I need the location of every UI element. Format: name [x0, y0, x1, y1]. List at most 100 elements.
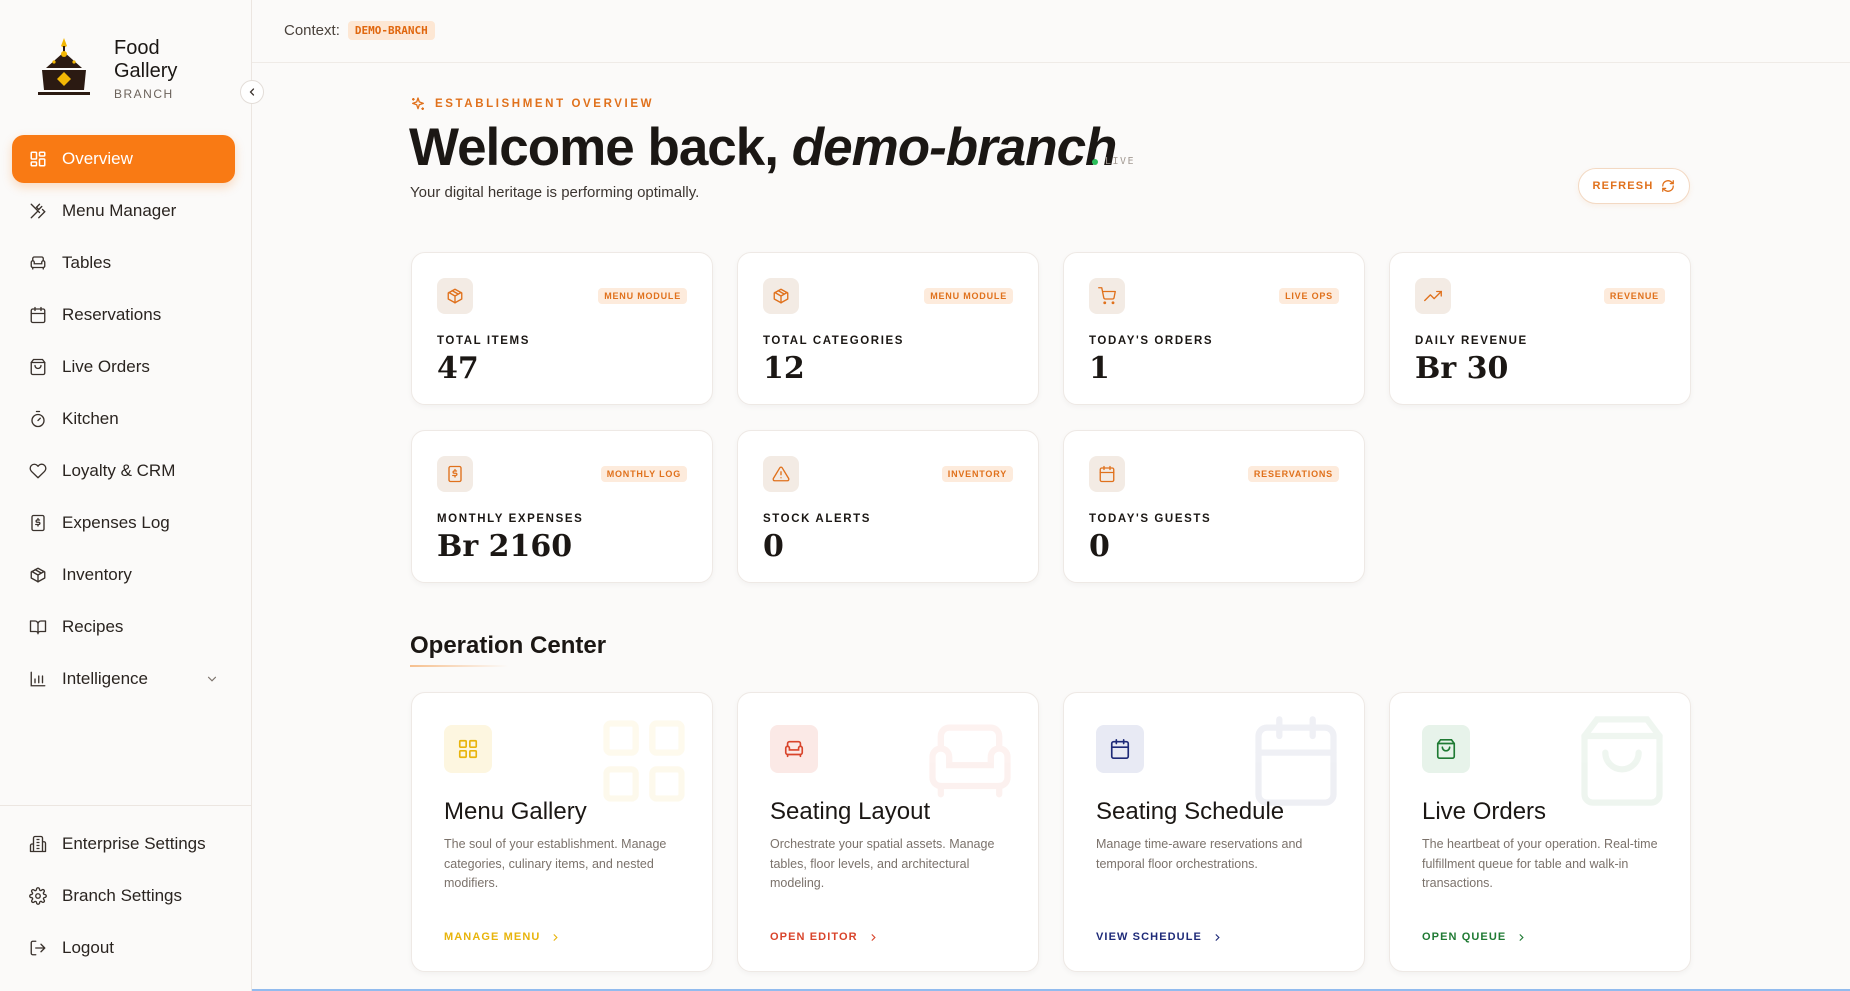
op-card-description: The heartbeat of your operation. Real-ti… [1422, 837, 1658, 890]
sidebar-item-expenses-log[interactable]: Expenses Log [12, 499, 235, 547]
op-card-description: Orchestrate your spatial assets. Manage … [770, 837, 995, 890]
sidebar-item-label: Expenses Log [62, 513, 170, 532]
receipt-icon [437, 456, 473, 492]
sidebar-item-intelligence[interactable]: Intelligence [12, 655, 235, 703]
refresh-label: REFRESH [1592, 180, 1654, 192]
open-queue-link[interactable]: OPEN QUEUE [1422, 931, 1527, 943]
stat-value: 12 [763, 351, 805, 386]
sidebar-item-loyalty-crm[interactable]: Loyalty & CRM [12, 447, 235, 495]
sidebar: Food Gallery BRANCH Overview Menu Manage… [0, 0, 252, 991]
bar-chart-icon [28, 669, 48, 689]
sidebar-item-enterprise-settings[interactable]: Enterprise Settings [12, 820, 235, 868]
stat-tag: MONTHLY LOG [600, 466, 687, 482]
sidebar-item-branch-settings[interactable]: Branch Settings [12, 872, 235, 920]
stat-value: 0 [763, 529, 784, 564]
sidebar-item-reservations[interactable]: Reservations [12, 291, 235, 339]
stat-card-todays-orders[interactable]: LIVE OPS TODAY'S ORDERS 1 [1063, 252, 1365, 405]
op-link-label: MANAGE MENU [444, 931, 541, 943]
stat-card-stock-alerts[interactable]: INVENTORY STOCK ALERTS 0 [737, 430, 1039, 583]
op-card-description: Manage time-aware reservations and tempo… [1096, 837, 1303, 871]
sidebar-item-menu-manager[interactable]: Menu Manager [12, 187, 235, 235]
stat-label: MONTHLY EXPENSES [437, 513, 584, 525]
calendar-watermark-icon [1255, 716, 1337, 806]
stat-tag: LIVE OPS [1279, 288, 1339, 304]
chevron-down-icon[interactable] [205, 671, 219, 691]
sidebar-item-label: Overview [62, 149, 133, 168]
sidebar-item-live-orders[interactable]: Live Orders [12, 343, 235, 391]
stat-card-daily-revenue[interactable]: REVENUE DAILY REVENUE Br 30 [1389, 252, 1691, 405]
stat-card-total-categories[interactable]: MENU MODULE TOTAL CATEGORIES 12 [737, 252, 1039, 405]
context-label: Context: [284, 22, 340, 39]
sidebar-divider [0, 805, 252, 806]
open-editor-link[interactable]: OPEN EDITOR [770, 931, 879, 943]
eyebrow-label: ESTABLISHMENT OVERVIEW [435, 98, 655, 110]
stat-card-todays-guests[interactable]: RESERVATIONS TODAY'S GUESTS 0 [1063, 430, 1365, 583]
op-link-label: OPEN QUEUE [1422, 931, 1507, 943]
brand-subtitle: BRANCH [114, 87, 174, 101]
section-title-operation-center: Operation Center [410, 632, 607, 659]
manage-menu-link[interactable]: MANAGE MENU [444, 931, 561, 943]
page-subtitle: Your digital heritage is performing opti… [410, 184, 700, 201]
gear-icon [28, 886, 48, 906]
sidebar-item-tables[interactable]: Tables [12, 239, 235, 287]
page-title: Welcome back, demo-branch [409, 118, 1118, 178]
op-card-seating-schedule[interactable]: Seating Schedule Manage time-aware reser… [1063, 692, 1365, 972]
op-card-seating-layout[interactable]: Seating Layout Orchestrate your spatial … [737, 692, 1039, 972]
sidebar-item-label: Reservations [62, 305, 162, 324]
chevron-right-icon [1519, 933, 1525, 941]
sidebar-item-kitchen[interactable]: Kitchen [12, 395, 235, 443]
sidebar-item-recipes[interactable]: Recipes [12, 603, 235, 651]
stat-value: 47 [437, 351, 479, 386]
refresh-button[interactable]: REFRESH [1578, 168, 1690, 204]
stat-value: Br 30 [1415, 351, 1509, 386]
live-label: LIVE [1105, 156, 1136, 167]
sidebar-item-label: Tables [62, 253, 112, 272]
view-schedule-link[interactable]: VIEW SCHEDULE [1096, 931, 1223, 943]
brand[interactable]: Food Gallery BRANCH [34, 34, 177, 101]
armchair-icon [770, 725, 818, 773]
package-icon [763, 278, 799, 314]
stat-label: TODAY'S ORDERS [1089, 335, 1214, 347]
op-card-title: Seating Schedule [1096, 798, 1285, 825]
sidebar-item-label: Logout [62, 938, 114, 957]
context-indicator: Context: DEMO-BRANCH [284, 21, 435, 40]
brand-name-line2: Gallery [114, 60, 178, 82]
cart-icon [1089, 278, 1125, 314]
timer-icon [28, 409, 48, 429]
sidebar-item-label: Branch Settings [62, 886, 183, 905]
stat-label: DAILY REVENUE [1415, 335, 1528, 347]
building-icon [28, 834, 48, 854]
calendar-icon [1089, 456, 1125, 492]
alert-triangle-icon [763, 456, 799, 492]
section-underline [410, 665, 508, 667]
grid-icon [28, 149, 48, 169]
sidebar-item-inventory[interactable]: Inventory [12, 551, 235, 599]
sidebar-item-label: Intelligence [62, 669, 149, 688]
sidebar-item-label: Loyalty & CRM [62, 461, 176, 480]
op-card-live-orders[interactable]: Live Orders The heartbeat of your operat… [1389, 692, 1691, 972]
sidebar-item-label: Enterprise Settings [62, 834, 206, 853]
op-card-description: The soul of your establishment. Manage c… [444, 837, 667, 890]
collapse-sidebar-button[interactable] [240, 80, 264, 104]
stat-value: 1 [1089, 351, 1110, 386]
stat-tag: INVENTORY [941, 466, 1013, 482]
sidebar-item-logout[interactable]: Logout [12, 924, 235, 972]
welcome-name: demo-branch [791, 118, 1118, 177]
stat-tag: MENU MODULE [924, 288, 1013, 304]
package-icon [28, 565, 48, 585]
sparkles-icon [412, 97, 424, 110]
stat-label: STOCK ALERTS [763, 513, 872, 525]
shopping-bag-watermark-icon [1581, 716, 1663, 806]
sidebar-nav: Overview Menu Manager Tables Reservation… [12, 135, 235, 707]
sidebar-item-label: Live Orders [62, 357, 150, 376]
stat-value: 0 [1089, 529, 1110, 564]
logout-icon [28, 938, 48, 958]
stat-tag: REVENUE [1603, 288, 1665, 304]
op-link-label: VIEW SCHEDULE [1096, 931, 1202, 943]
stat-card-monthly-expenses[interactable]: MONTHLY LOG MONTHLY EXPENSES Br 2160 [411, 430, 713, 583]
sidebar-bottom-nav: Enterprise Settings Branch Settings Logo… [12, 820, 235, 976]
sidebar-item-overview[interactable]: Overview [12, 135, 235, 183]
op-card-menu-gallery[interactable]: Menu Gallery The soul of your establishm… [411, 692, 713, 972]
stat-card-total-items[interactable]: MENU MODULE TOTAL ITEMS 47 [411, 252, 713, 405]
stat-label: TOTAL ITEMS [437, 335, 530, 347]
